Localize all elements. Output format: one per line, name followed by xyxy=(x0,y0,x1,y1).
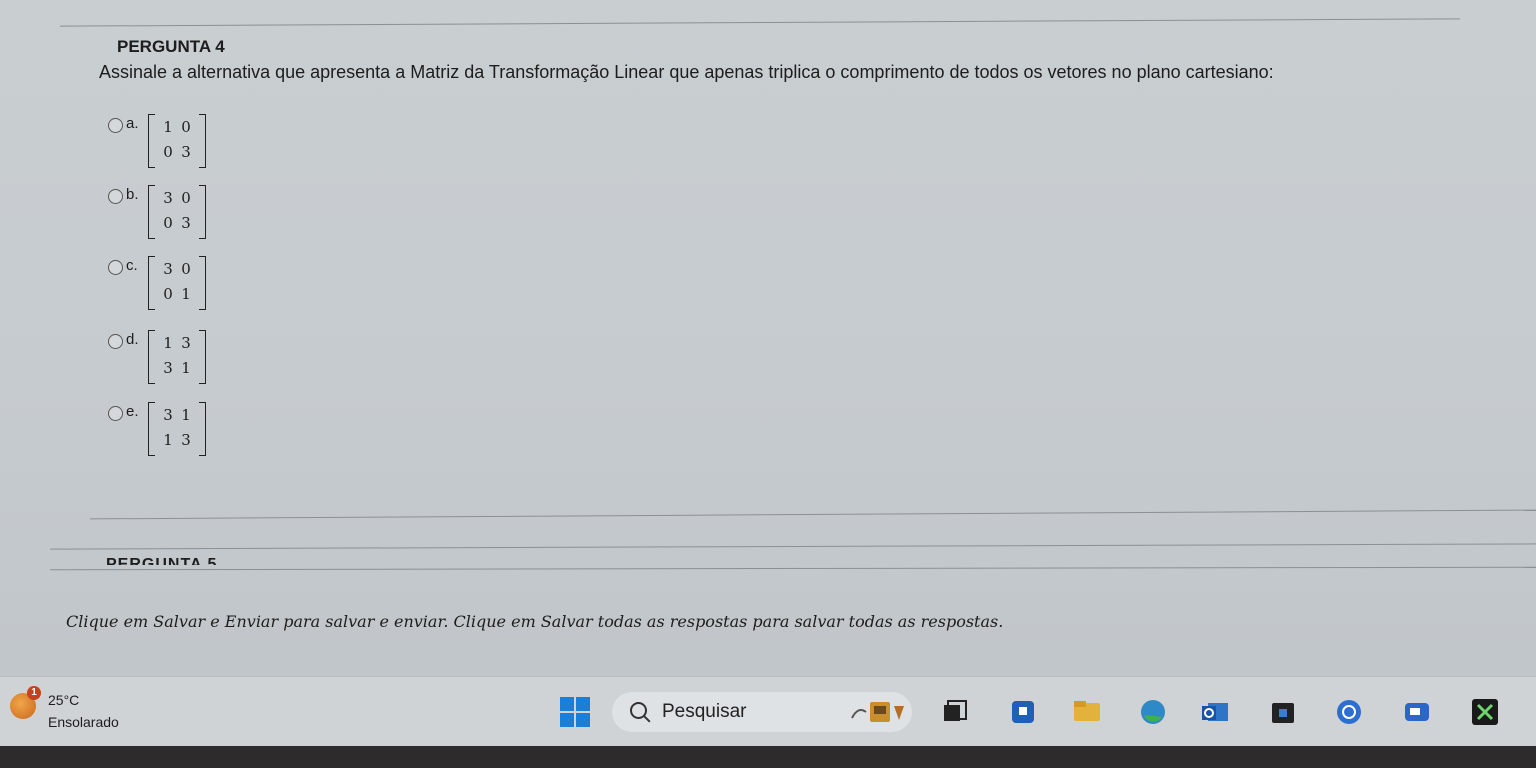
app-icon[interactable] xyxy=(1334,697,1364,727)
right-bracket xyxy=(199,114,206,168)
matrix-cell: 1 xyxy=(181,406,191,424)
matrix: 1 0 0 3 xyxy=(148,114,206,172)
matrix-cell: 3 xyxy=(181,431,191,449)
left-bracket xyxy=(148,402,155,456)
right-bracket xyxy=(199,185,206,239)
search-highlight-icon xyxy=(851,702,904,722)
left-bracket xyxy=(148,256,155,310)
option-letter: e. xyxy=(126,403,139,420)
xbox-icon[interactable] xyxy=(1470,697,1500,727)
radio-button[interactable] xyxy=(108,189,123,204)
question-divider-3 xyxy=(50,566,1536,571)
question-title: PERGUNTA 4 xyxy=(117,37,225,56)
radio-button[interactable] xyxy=(108,260,123,275)
left-bracket xyxy=(148,330,155,384)
teams-icon[interactable] xyxy=(1402,697,1432,727)
matrix: 1 3 3 1 xyxy=(148,330,206,388)
left-bracket xyxy=(148,185,155,239)
taskbar-search-box[interactable]: Pesquisar xyxy=(612,692,912,732)
edge-icon[interactable] xyxy=(1138,697,1168,727)
option-e[interactable]: e. 3 1 1 3 xyxy=(108,402,248,464)
weather-temperature[interactable]: 25°C xyxy=(48,692,79,708)
search-label: Pesquisar xyxy=(662,701,747,722)
option-letter: b. xyxy=(126,186,139,203)
widgets-icon[interactable] xyxy=(1008,697,1038,727)
radio-button[interactable] xyxy=(108,334,123,349)
matrix-cell: 1 xyxy=(181,359,191,377)
matrix-cell: 1 xyxy=(181,285,191,303)
option-letter: a. xyxy=(126,115,139,132)
screen-bezel xyxy=(0,746,1536,768)
radio-button[interactable] xyxy=(108,118,123,133)
question-text: Assinale a alternativa que apresenta a M… xyxy=(99,62,1274,82)
option-letter: c. xyxy=(126,257,138,274)
matrix-cell: 3 xyxy=(181,214,191,232)
matrix-cell: 1 xyxy=(163,334,173,352)
option-b[interactable]: b. 3 0 0 3 xyxy=(108,185,248,247)
option-d[interactable]: d. 1 3 3 1 xyxy=(108,330,248,392)
question-divider xyxy=(90,509,1536,520)
question-divider-2 xyxy=(50,543,1536,550)
store-icon[interactable] xyxy=(1268,697,1298,727)
matrix-cell: 3 xyxy=(181,334,191,352)
top-divider xyxy=(60,18,1460,27)
left-bracket xyxy=(148,114,155,168)
matrix-cell: 0 xyxy=(181,260,191,278)
matrix-cell: 1 xyxy=(163,118,173,136)
question-5-title-text: PERGUNTA 5 xyxy=(106,556,218,565)
matrix-cell: 0 xyxy=(163,214,173,232)
matrix-cell: 3 xyxy=(181,143,191,161)
outlook-icon[interactable] xyxy=(1200,697,1230,727)
matrix-cell: 0 xyxy=(181,118,191,136)
matrix-cell: 3 xyxy=(163,406,173,424)
matrix-cell: 3 xyxy=(163,189,173,207)
matrix-cell: 3 xyxy=(163,359,173,377)
right-bracket xyxy=(199,330,206,384)
option-letter: d. xyxy=(126,331,139,348)
matrix-cell: 3 xyxy=(163,260,173,278)
matrix-cell: 0 xyxy=(163,285,173,303)
option-c[interactable]: c. 3 0 0 1 xyxy=(108,256,248,318)
right-bracket xyxy=(199,402,206,456)
file-explorer-icon[interactable] xyxy=(1072,697,1102,727)
matrix-cell: 1 xyxy=(163,431,173,449)
matrix: 3 1 1 3 xyxy=(148,402,206,460)
question-5-title: PERGUNTA 5 xyxy=(106,556,217,565)
matrix: 3 0 0 1 xyxy=(148,256,206,314)
search-icon xyxy=(630,702,647,719)
right-bracket xyxy=(199,256,206,310)
option-a[interactable]: a. 1 0 0 3 xyxy=(108,114,248,176)
start-icon[interactable] xyxy=(560,697,590,727)
radio-button[interactable] xyxy=(108,406,123,421)
matrix-cell: 0 xyxy=(163,143,173,161)
notification-badge: 1 xyxy=(27,686,41,700)
matrix: 3 0 0 3 xyxy=(148,185,206,243)
matrix-cell: 0 xyxy=(181,189,191,207)
weather-condition[interactable]: Ensolarado xyxy=(48,714,119,730)
save-instructions: Clique em Salvar e Enviar para salvar e … xyxy=(66,612,1004,631)
task-view-icon[interactable] xyxy=(940,697,970,727)
